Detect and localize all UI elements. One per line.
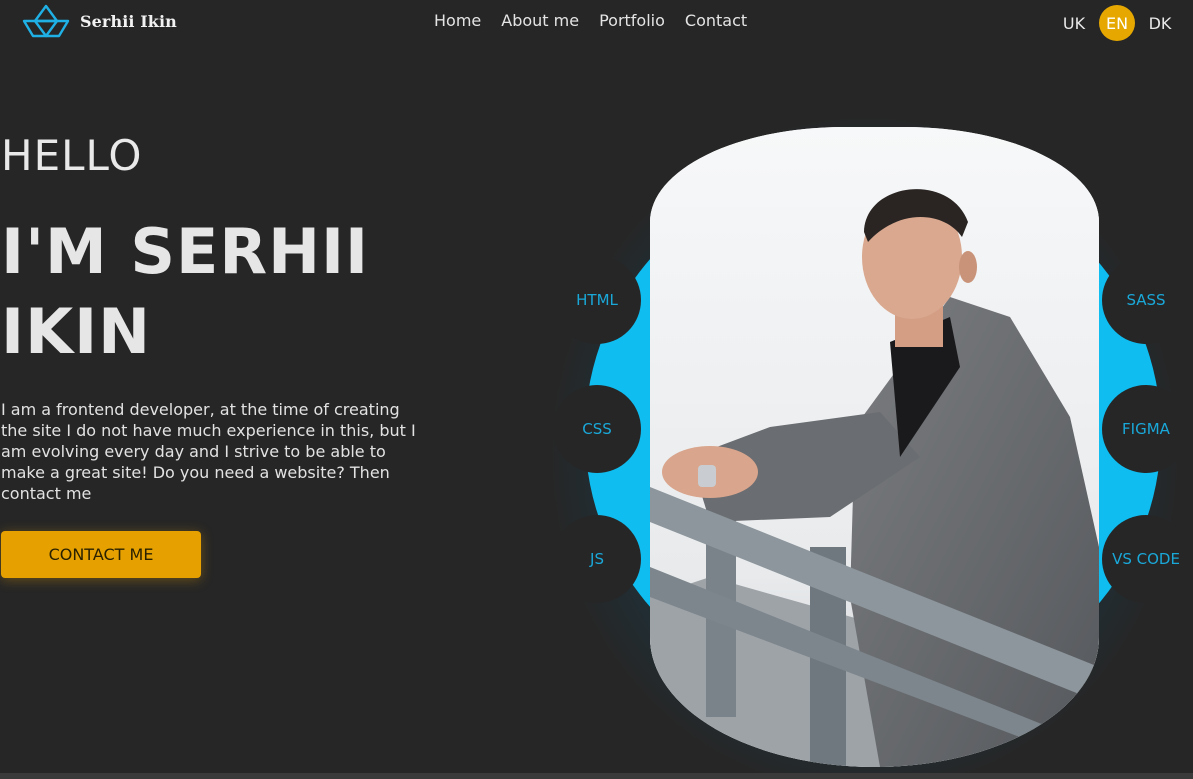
portrait-illustration [650, 127, 1099, 767]
nav-contact[interactable]: Contact [685, 11, 747, 30]
greeting: HELLO [1, 131, 143, 180]
hero-description: I am a frontend developer, at the time o… [1, 400, 416, 503]
language-switcher: UK EN DK [1055, 5, 1193, 41]
contact-me-button[interactable]: CONTACT ME [1, 531, 201, 578]
header: Serhii Ikin Home About me Portfolio Cont… [0, 0, 1193, 44]
portrait-photo [650, 127, 1099, 767]
skill-js[interactable]: JS [553, 515, 641, 603]
lang-uk[interactable]: UK [1055, 6, 1093, 40]
logo[interactable]: Serhii Ikin [21, 3, 177, 39]
page: Serhii Ikin Home About me Portfolio Cont… [0, 0, 1193, 779]
brand-name: Serhii Ikin [80, 11, 177, 31]
nav-home[interactable]: Home [434, 11, 481, 30]
nav-about[interactable]: About me [501, 11, 579, 30]
lang-dk[interactable]: DK [1141, 6, 1179, 40]
skill-html[interactable]: HTML [553, 256, 641, 344]
main-nav: Home About me Portfolio Contact [434, 11, 747, 30]
skill-css[interactable]: CSS [553, 385, 641, 473]
skill-figma[interactable]: FIGMA [1102, 385, 1190, 473]
lang-en[interactable]: EN [1099, 5, 1135, 41]
skill-vscode[interactable]: VS CODE [1102, 515, 1190, 603]
skill-sass[interactable]: SASS [1102, 256, 1190, 344]
nav-portfolio[interactable]: Portfolio [599, 11, 665, 30]
paper-boat-icon [22, 4, 70, 38]
bottom-divider [0, 773, 1193, 779]
hero-name: I'M SERHII IKIN [1, 215, 370, 368]
